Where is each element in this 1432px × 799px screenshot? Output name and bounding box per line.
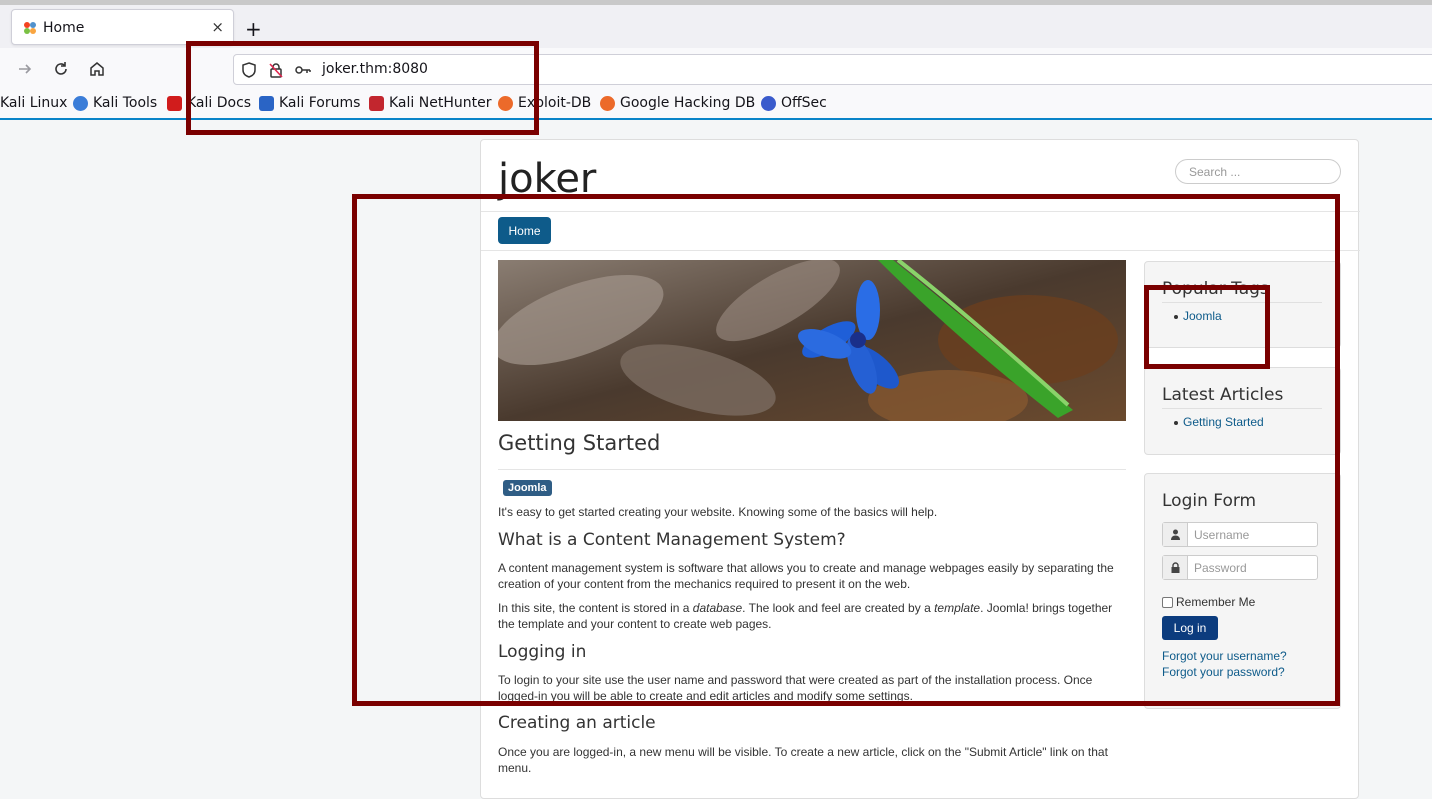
forward-icon[interactable] bbox=[14, 58, 36, 80]
paragraph-create: Once you are logged-in, a new menu will … bbox=[498, 745, 1108, 775]
bookmark-google-hacking-db[interactable]: Google Hacking DB bbox=[600, 95, 755, 111]
google-hacking-db-icon bbox=[600, 95, 615, 111]
new-tab-button[interactable]: + bbox=[245, 17, 262, 41]
annotation-box-url bbox=[186, 41, 539, 135]
bookmark-label: Google Hacking DB bbox=[620, 95, 756, 111]
bookmark-kali-linux[interactable]: Kali Linux bbox=[0, 95, 67, 111]
tab-close-icon[interactable]: × bbox=[211, 18, 224, 36]
offsec-icon bbox=[761, 95, 776, 111]
bookmark-label: Kali Tools bbox=[93, 95, 158, 111]
bookmark-label: Kali Linux bbox=[0, 95, 68, 111]
kali-docs-icon bbox=[167, 95, 182, 111]
joomla-favicon-icon bbox=[24, 22, 36, 34]
search-input[interactable]: Search ... bbox=[1175, 159, 1341, 184]
annotation-box-tags bbox=[1144, 285, 1270, 369]
tab-home[interactable]: Home × bbox=[11, 9, 234, 45]
heading-creating-article: Creating an article bbox=[498, 713, 656, 733]
home-icon[interactable] bbox=[86, 58, 108, 80]
reload-icon[interactable] bbox=[50, 58, 72, 80]
bookmark-label: OffSec bbox=[781, 95, 827, 111]
annotation-box-content bbox=[352, 194, 1340, 706]
tab-title: Home bbox=[43, 20, 85, 36]
bookmark-offsec[interactable]: OffSec bbox=[761, 95, 827, 111]
kali-tools-icon bbox=[73, 95, 88, 111]
bookmark-kali-tools[interactable]: Kali Tools bbox=[73, 95, 157, 111]
